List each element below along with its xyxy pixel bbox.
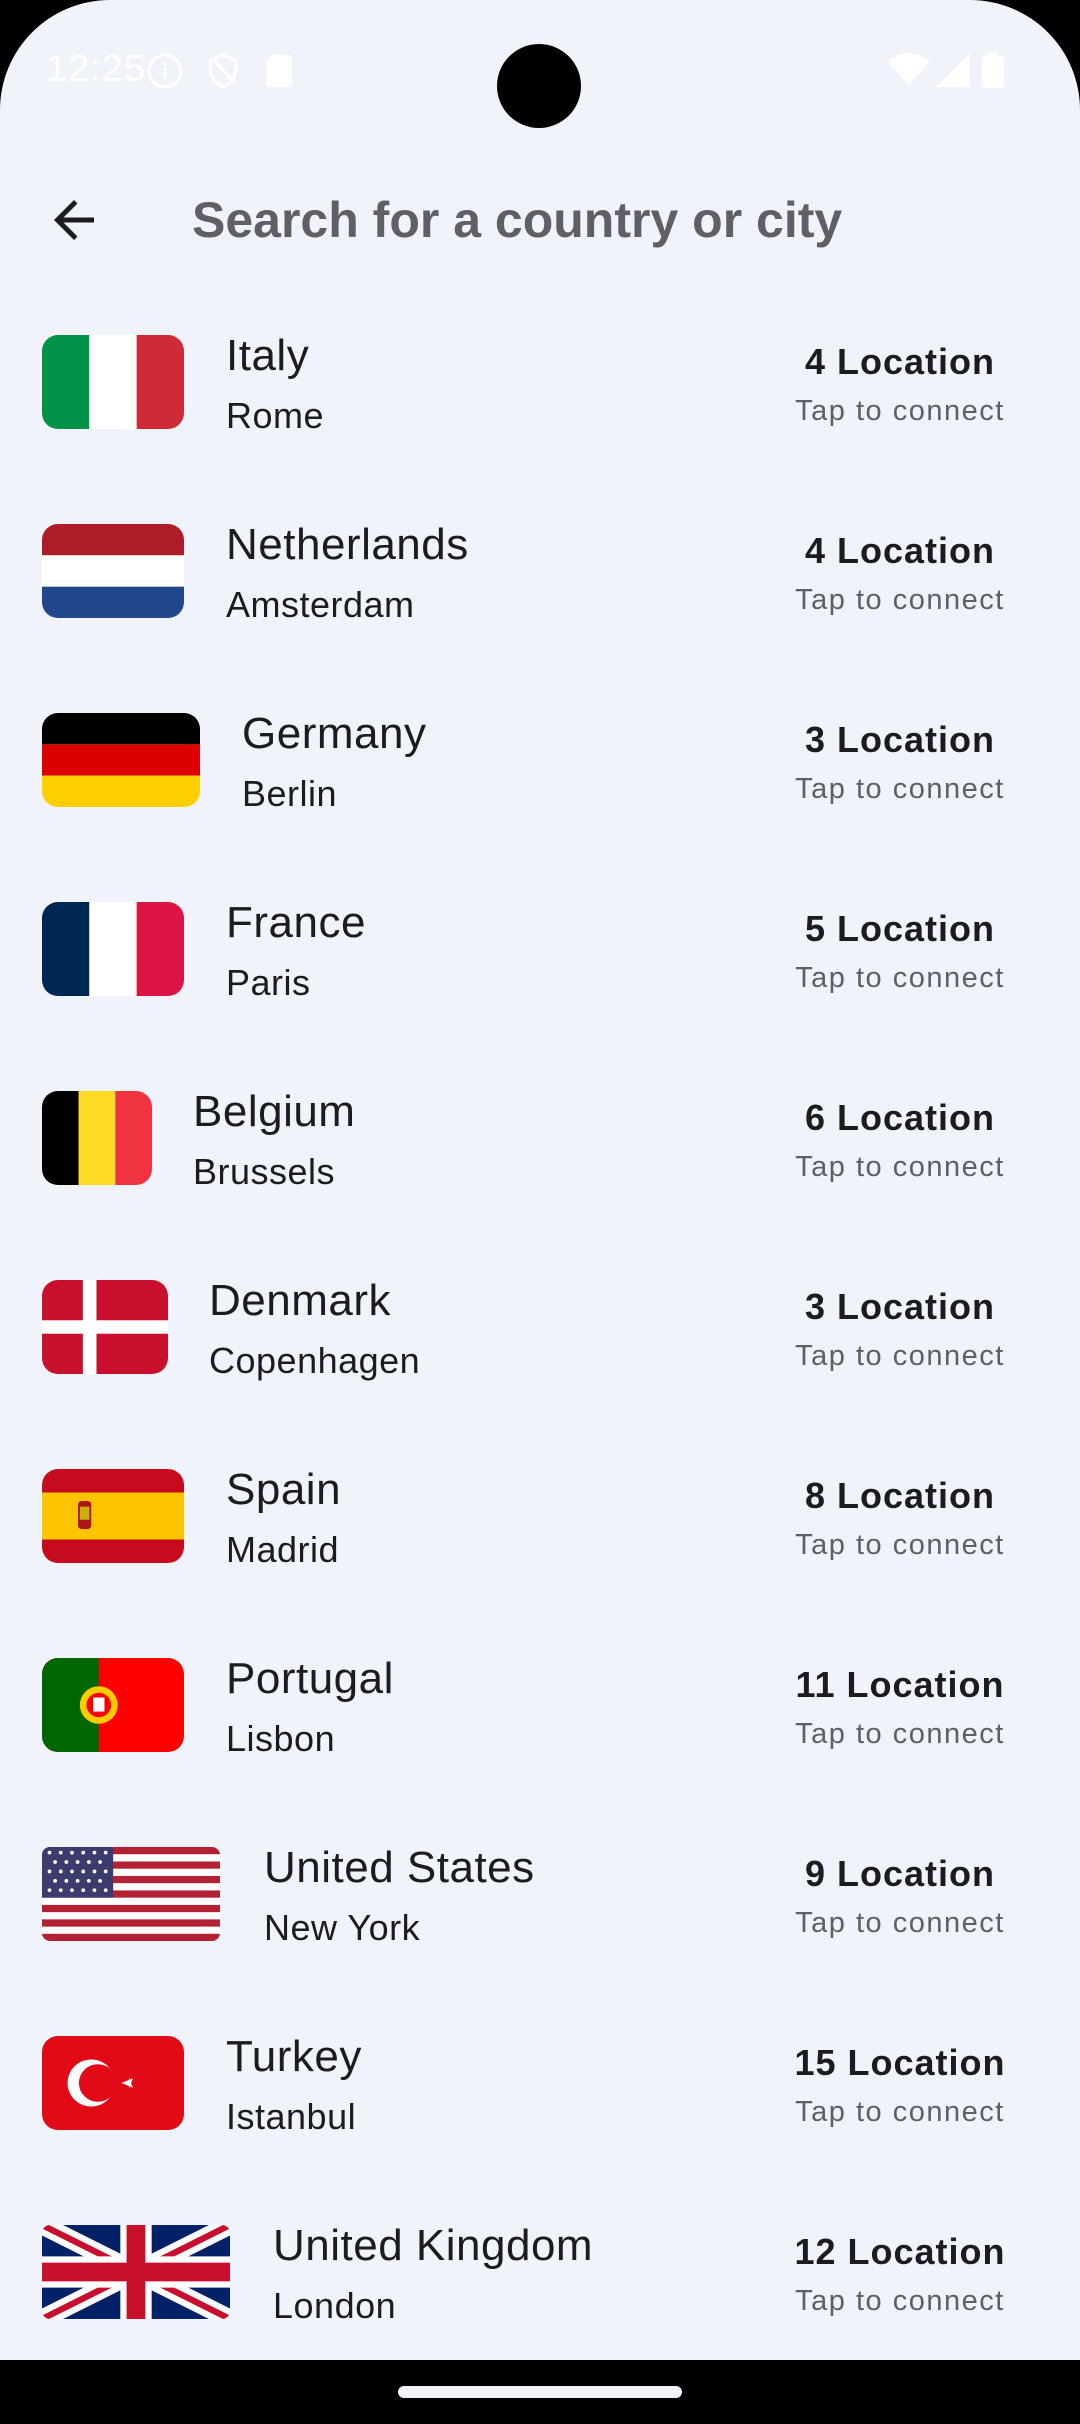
city-name: Amsterdam [226, 584, 415, 625]
location-count: 9 Location [804, 1853, 996, 1894]
list-item-belgium[interactable]: Belgium Brussels 6 Location Tap to conne… [0, 1041, 1080, 1230]
list-item-portugal[interactable]: Portugal Lisbon 11 Location Tap to conne… [0, 1608, 1080, 1797]
list-item-france[interactable]: France Paris 5 Location Tap to connect [0, 852, 1080, 1041]
search-bar [0, 170, 1080, 260]
location-count: 5 Location [804, 908, 996, 949]
city-name: Madrid [226, 1529, 340, 1570]
germany-flag-icon [42, 713, 200, 807]
country-name: Denmark [209, 1276, 391, 1325]
location-count: 4 Location [804, 530, 996, 571]
battery-icon [982, 52, 1004, 93]
tap-to-connect: Tap to connect [795, 1340, 1005, 1372]
city-name: Rome [226, 395, 325, 436]
italy-flag-icon [42, 335, 184, 429]
list-item-united-states[interactable]: United States New York 9 Location Tap to… [0, 1797, 1080, 1986]
arrow-back-icon[interactable] [44, 190, 104, 250]
list-item-united-kingdom[interactable]: United Kingdom London 12 Location Tap to… [0, 2175, 1080, 2360]
app-screen: 12:25 Italy [0, 0, 1080, 2360]
city-name: London [273, 2285, 397, 2326]
location-count: 15 Location [794, 2042, 1006, 2083]
location-count: 3 Location [804, 719, 996, 760]
netherlands-flag-icon [42, 524, 184, 618]
country-name: United States [264, 1843, 535, 1892]
search-input[interactable] [190, 184, 1014, 256]
signal-icon [936, 52, 970, 93]
country-name: Germany [242, 709, 427, 758]
tap-to-connect: Tap to connect [795, 2285, 1005, 2317]
country-name: Spain [226, 1465, 342, 1514]
list-item-turkey[interactable]: Turkey Istanbul 15 Location Tap to conne… [0, 1986, 1080, 2175]
country-name: Belgium [193, 1087, 356, 1136]
turkey-flag-icon [42, 2036, 184, 2130]
city-name: Lisbon [226, 1718, 336, 1759]
tap-to-connect: Tap to connect [795, 395, 1005, 427]
tap-to-connect: Tap to connect [795, 773, 1005, 805]
country-name: Netherlands [226, 520, 469, 569]
country-list: Italy Rome 4 Location Tap to connect Net… [0, 285, 1080, 2360]
spain-flag-icon [42, 1469, 184, 1563]
france-flag-icon [42, 902, 184, 996]
country-name: Portugal [226, 1654, 394, 1703]
tap-to-connect: Tap to connect [795, 1907, 1005, 1939]
city-name: New York [264, 1907, 421, 1948]
shield-icon [204, 52, 242, 95]
list-item-germany[interactable]: Germany Berlin 3 Location Tap to connect [0, 663, 1080, 852]
list-item-denmark[interactable]: Denmark Copenhagen 3 Location Tap to con… [0, 1230, 1080, 1419]
united-kingdom-flag-icon [42, 2225, 230, 2319]
list-item-italy[interactable]: Italy Rome 4 Location Tap to connect [0, 285, 1080, 474]
united-states-flag-icon [42, 1847, 220, 1941]
list-item-spain[interactable]: Spain Madrid 8 Location Tap to connect [0, 1419, 1080, 1608]
camera-cutout [497, 44, 581, 128]
country-name: Turkey [226, 2032, 362, 2081]
belgium-flag-icon [42, 1091, 152, 1185]
tap-to-connect: Tap to connect [795, 584, 1005, 616]
city-name: Copenhagen [209, 1340, 421, 1381]
tap-to-connect: Tap to connect [795, 1529, 1005, 1561]
tap-to-connect: Tap to connect [795, 1151, 1005, 1183]
tap-to-connect: Tap to connect [795, 1718, 1005, 1750]
portugal-flag-icon [42, 1658, 184, 1752]
city-name: Paris [226, 962, 311, 1003]
list-item-netherlands[interactable]: Netherlands Amsterdam 4 Location Tap to … [0, 474, 1080, 663]
city-name: Brussels [193, 1151, 336, 1192]
home-gesture-handle[interactable] [398, 2386, 682, 2398]
location-count: 6 Location [804, 1097, 996, 1138]
city-name: Istanbul [226, 2096, 357, 2137]
location-count: 3 Location [804, 1286, 996, 1327]
tap-to-connect: Tap to connect [795, 962, 1005, 994]
location-count: 4 Location [804, 341, 996, 382]
sd-card-icon [262, 52, 296, 95]
denmark-flag-icon [42, 1280, 168, 1374]
country-name: United Kingdom [273, 2221, 594, 2270]
location-count: 8 Location [804, 1475, 996, 1516]
city-name: Berlin [242, 773, 338, 814]
wifi-icon [888, 52, 930, 93]
status-time: 12:25 [46, 48, 147, 90]
country-name: Italy [226, 331, 310, 380]
country-name: France [226, 898, 366, 947]
location-count: 12 Location [794, 2231, 1006, 2272]
tap-to-connect: Tap to connect [795, 2096, 1005, 2128]
location-count: 11 Location [795, 1664, 1005, 1705]
info-icon [146, 52, 184, 95]
